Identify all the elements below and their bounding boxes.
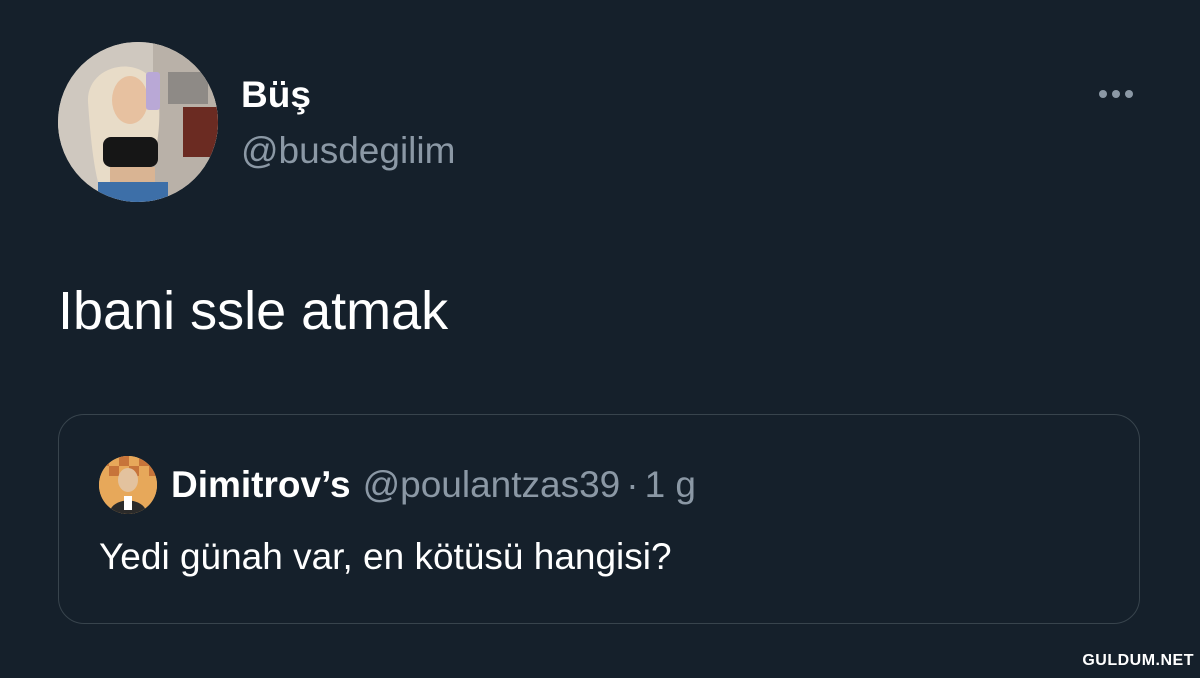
- author-avatar[interactable]: [58, 42, 218, 202]
- tweet-text: Ibani ssle atmak: [58, 281, 449, 341]
- tweet-card: Büş @busdegilim Ibani ssle atmak Dimitro…: [0, 0, 1200, 678]
- more-options-icon[interactable]: [1090, 80, 1142, 108]
- author-display-name[interactable]: Büş: [241, 72, 311, 118]
- avatar-photo-image: [58, 42, 218, 202]
- quoted-handle[interactable]: @poulantzas39: [363, 464, 621, 505]
- quoted-header: Dimitrov’s @poulantzas39 · 1 g: [171, 461, 696, 509]
- quoted-tweet-text: Yedi günah var, en kötüsü hangisi?: [99, 536, 672, 577]
- quoted-tweet[interactable]: Dimitrov’s @poulantzas39 · 1 g Yedi günah v…: [58, 414, 1140, 624]
- site-watermark: GULDUM.NET: [1082, 652, 1194, 669]
- dot-separator: ·: [626, 464, 639, 505]
- quoted-avatar-image: [99, 456, 157, 514]
- quoted-display-name[interactable]: Dimitrov’s: [171, 464, 351, 505]
- quoted-author-avatar[interactable]: [99, 456, 157, 514]
- author-handle[interactable]: @busdegilim: [241, 128, 455, 174]
- dot: [1125, 90, 1133, 98]
- dot: [1099, 90, 1107, 98]
- dot: [1112, 90, 1120, 98]
- quoted-timestamp[interactable]: 1 g: [645, 464, 696, 505]
